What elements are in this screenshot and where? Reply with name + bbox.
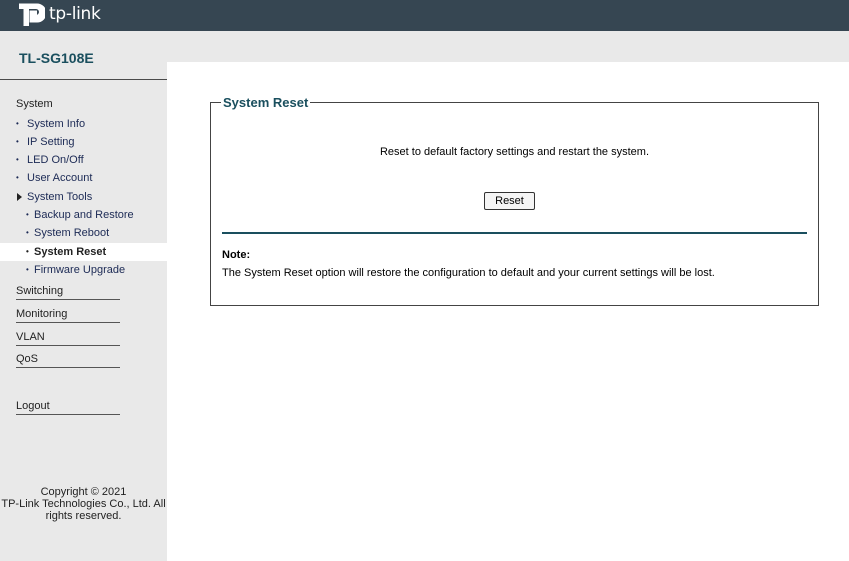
logo: tp-link: [17, 0, 101, 28]
nav-item-label: System Reset: [34, 246, 107, 258]
note-label: Note:: [222, 249, 251, 261]
nav-item-label: Firmware Upgrade: [34, 264, 126, 276]
nav-item-system-tools[interactable]: System Tools: [0, 188, 167, 206]
triangle-right-icon: [17, 193, 22, 201]
copyright-line-3: rights reserved.: [45, 510, 122, 522]
nav-item-ip-setting[interactable]: • IP Setting: [0, 133, 167, 151]
copyright-line-2: TP-Link Technologies Co., Ltd. All: [1, 498, 166, 510]
logo-text: tp-link: [49, 4, 101, 24]
note-text: The System Reset option will restore the…: [222, 267, 715, 279]
nav-item-label: User Account: [27, 172, 93, 184]
nav-item-led-on-off[interactable]: • LED On/Off: [0, 151, 167, 169]
bullet-icon: •: [16, 173, 19, 182]
nav-group-qos[interactable]: QoS: [16, 353, 120, 368]
nav-group-switching[interactable]: Switching: [16, 285, 120, 300]
tp-link-logo-icon: [17, 0, 45, 28]
bullet-icon: •: [26, 247, 29, 256]
bullet-icon: •: [26, 265, 29, 274]
reset-button[interactable]: Reset: [484, 192, 535, 210]
bullet-icon: •: [26, 210, 29, 219]
copyright: Copyright © 2021 TP-Link Technologies Co…: [0, 486, 167, 522]
model-divider: [0, 79, 167, 80]
sidebar: TL-SG108E System • System Info • IP Sett…: [0, 31, 167, 561]
nav-subitem-firmware-upgrade[interactable]: • Firmware Upgrade: [0, 261, 167, 279]
bullet-icon: •: [16, 137, 19, 146]
nav-item-label: LED On/Off: [27, 154, 84, 166]
nav-item-label: System Tools: [27, 191, 93, 203]
bullet-icon: •: [26, 228, 29, 237]
copyright-line-1: Copyright © 2021: [40, 486, 127, 498]
nav-section-system[interactable]: System: [16, 98, 53, 110]
panel-divider: [222, 232, 807, 234]
bullet-icon: •: [16, 119, 19, 128]
reset-description: Reset to default factory settings and re…: [379, 146, 650, 158]
nav-item-label: System Reboot: [34, 227, 110, 239]
nav-item-label: System Info: [27, 118, 86, 130]
nav-subitem-system-reboot[interactable]: • System Reboot: [0, 224, 167, 242]
nav-item-system-info[interactable]: • System Info: [0, 115, 167, 133]
panel-title: System Reset: [221, 95, 311, 110]
nav-subitem-backup-restore[interactable]: • Backup and Restore: [0, 206, 167, 224]
nav-item-label: IP Setting: [27, 136, 75, 148]
nav-item-label: Backup and Restore: [34, 209, 134, 221]
nav-item-user-account[interactable]: • User Account: [0, 169, 167, 187]
bullet-icon: •: [16, 155, 19, 164]
top-bar: tp-link: [0, 0, 849, 31]
logout-link[interactable]: Logout: [16, 400, 120, 415]
model-name: TL-SG108E: [19, 50, 94, 66]
nav-group-vlan[interactable]: VLAN: [16, 331, 120, 346]
system-reset-panel: System Reset Reset to default factory se…: [210, 95, 819, 306]
nav-subitem-system-reset[interactable]: • System Reset: [0, 243, 167, 261]
nav-group-monitoring[interactable]: Monitoring: [16, 308, 120, 323]
